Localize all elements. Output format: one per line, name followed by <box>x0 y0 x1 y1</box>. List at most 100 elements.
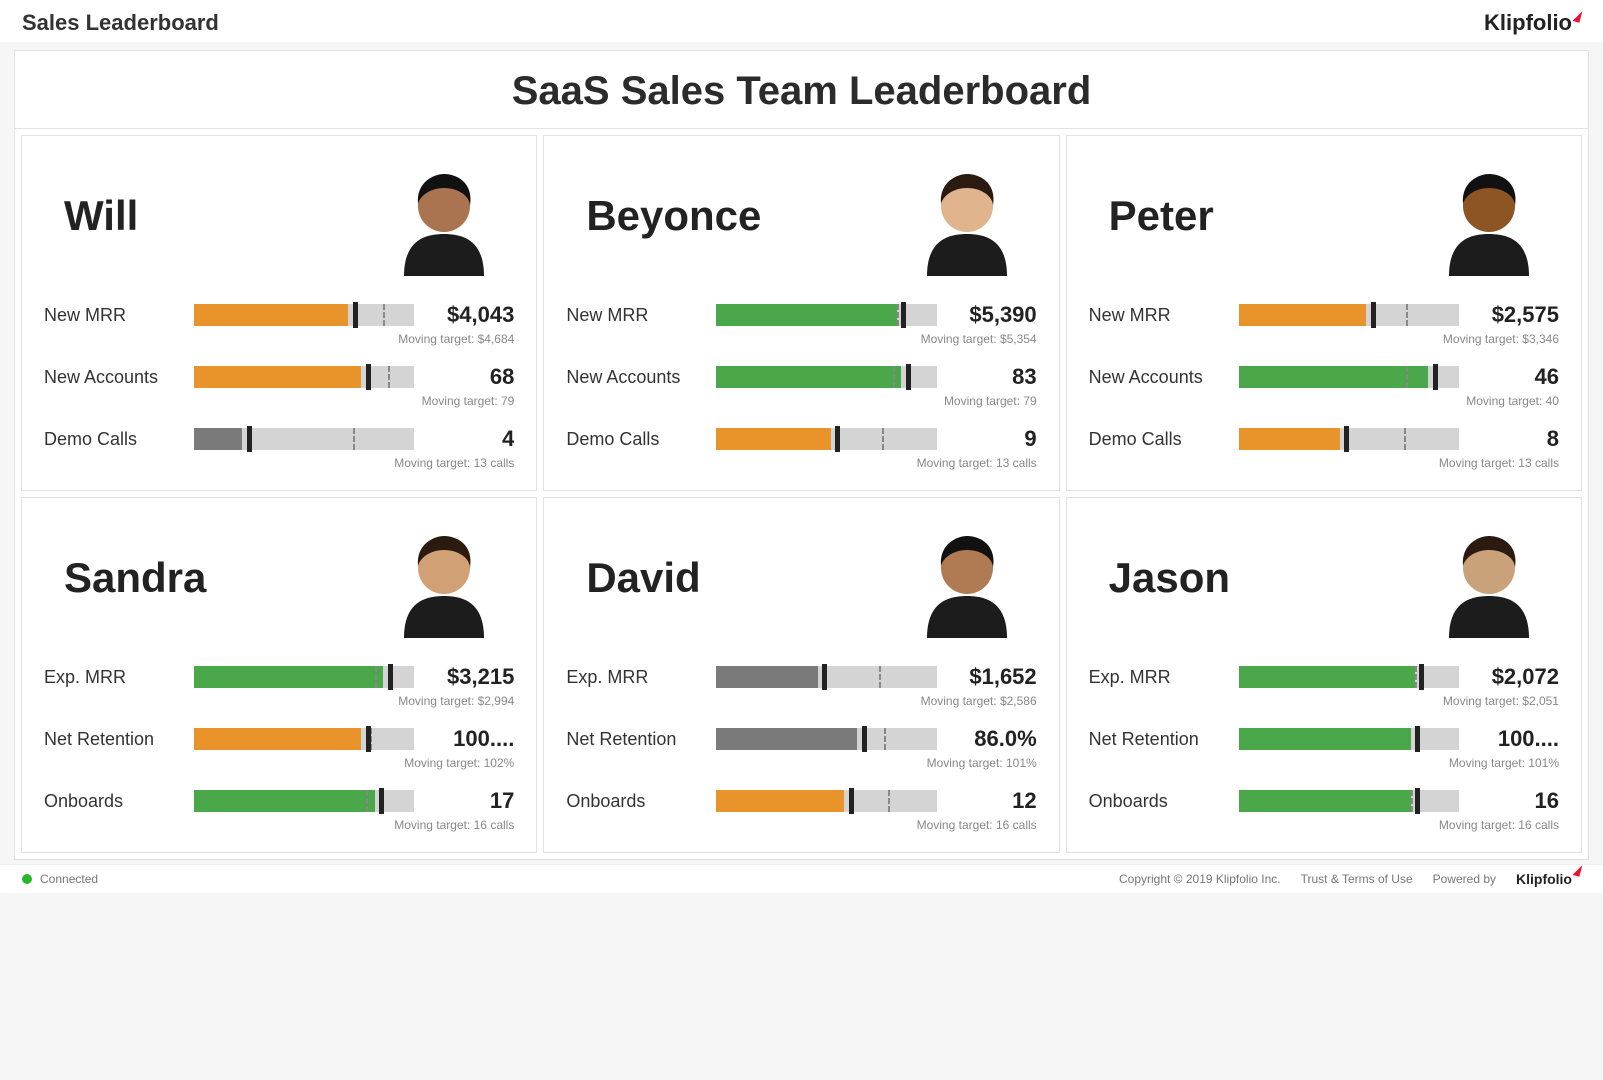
bullet-bar <box>1239 666 1459 688</box>
metric-target-caption: Moving target: $5,354 <box>716 330 1036 356</box>
footer-terms-link[interactable]: Trust & Terms of Use <box>1301 872 1413 886</box>
metric-row: New MRR$2,575 <box>1089 294 1559 330</box>
card-header: Jason <box>1089 512 1559 656</box>
avatar <box>907 518 1027 638</box>
bar-marker <box>353 302 358 328</box>
bar-fill <box>716 666 817 688</box>
bar-fill <box>194 728 361 750</box>
metric-target-caption: Moving target: 13 calls <box>194 454 514 480</box>
bar-fill <box>716 728 857 750</box>
metric-target-caption: Moving target: 16 calls <box>716 816 1036 842</box>
leaderboard-card[interactable]: Will New MRR$4,043Moving target: $4,684N… <box>21 135 537 491</box>
bar-fill <box>194 428 242 450</box>
metric-value: 17 <box>424 788 514 814</box>
bar-marker <box>849 788 854 814</box>
metric-row: Onboards 17 <box>44 780 514 816</box>
bar-target-line <box>1411 790 1413 812</box>
metric-label: New MRR <box>1089 305 1229 326</box>
leaderboard-card[interactable]: Jason Exp. MRR$2,072Moving target: $2,05… <box>1066 497 1582 853</box>
metric-target-caption: Moving target: 13 calls <box>716 454 1036 480</box>
metric-target-caption: Moving target: 101% <box>1239 754 1559 780</box>
bar-fill <box>1239 728 1411 750</box>
metric-target-caption: Moving target: 13 calls <box>1239 454 1559 480</box>
bullet-bar <box>194 666 414 688</box>
metric-target-caption: Moving target: 16 calls <box>1239 816 1559 842</box>
leaderboard-card[interactable]: Sandra Exp. MRR$3,215Moving target: $2,9… <box>21 497 537 853</box>
leaderboard-card[interactable]: Peter New MRR$2,575Moving target: $3,346… <box>1066 135 1582 491</box>
card-header: Sandra <box>44 512 514 656</box>
metric-label: Onboards <box>1089 791 1229 812</box>
bar-fill <box>1239 366 1428 388</box>
top-bar: Sales Leaderboard Klipfolio <box>0 0 1603 42</box>
bar-fill <box>716 366 901 388</box>
metric-value: $3,215 <box>424 664 514 690</box>
metric-label: Demo Calls <box>566 429 706 450</box>
metric-label: Demo Calls <box>44 429 184 450</box>
status-text: Connected <box>40 872 98 886</box>
leaderboard-panel: SaaS Sales Team Leaderboard Will New MRR… <box>14 50 1589 860</box>
metric-label: New Accounts <box>44 367 184 388</box>
metric-value: 9 <box>947 426 1037 452</box>
leaderboard-card[interactable]: David Exp. MRR$1,652Moving target: $2,58… <box>543 497 1059 853</box>
bar-marker <box>1415 726 1420 752</box>
metric-row: Net Retention 100.... <box>44 718 514 754</box>
metric-label: Net Retention <box>566 729 706 750</box>
avatar <box>1429 518 1549 638</box>
footer-bar: Connected Copyright © 2019 Klipfolio Inc… <box>0 864 1603 893</box>
metric-row: New Accounts 68 <box>44 356 514 392</box>
bar-target-line <box>1415 666 1417 688</box>
metric-target-caption: Moving target: 101% <box>716 754 1036 780</box>
brand-logo[interactable]: Klipfolio <box>1484 10 1581 36</box>
card-name: Peter <box>1109 192 1214 240</box>
status-dot-icon <box>22 874 32 884</box>
metric-target-caption: Moving target: $2,586 <box>716 692 1036 718</box>
metric-value: 68 <box>424 364 514 390</box>
bar-marker <box>1371 302 1376 328</box>
metric-label: Exp. MRR <box>1089 667 1229 688</box>
footer-brand-logo[interactable]: Klipfolio <box>1516 871 1581 887</box>
metric-label: Onboards <box>44 791 184 812</box>
avatar <box>907 156 1027 276</box>
metric-value: $5,390 <box>947 302 1037 328</box>
bar-marker <box>366 726 371 752</box>
metric-row: Exp. MRR$3,215 <box>44 656 514 692</box>
bar-target-line <box>353 428 355 450</box>
metric-target-caption: Moving target: 79 <box>194 392 514 418</box>
bar-fill <box>716 304 897 326</box>
metric-target-caption: Moving target: $4,684 <box>194 330 514 356</box>
bullet-bar <box>194 428 414 450</box>
avatar <box>1429 156 1549 276</box>
leaderboard-card[interactable]: Beyonce New MRR$5,390Moving target: $5,3… <box>543 135 1059 491</box>
card-name: Sandra <box>64 554 206 602</box>
metric-value: 8 <box>1469 426 1559 452</box>
metric-row: Net Retention86.0% <box>566 718 1036 754</box>
bar-marker <box>1433 364 1438 390</box>
bar-marker <box>379 788 384 814</box>
bar-fill <box>194 666 383 688</box>
bullet-bar <box>716 366 936 388</box>
bar-fill <box>194 366 361 388</box>
metric-label: Net Retention <box>44 729 184 750</box>
metric-label: New Accounts <box>566 367 706 388</box>
metric-value: 83 <box>947 364 1037 390</box>
metric-target-caption: Moving target: 16 calls <box>194 816 514 842</box>
bar-marker <box>901 302 906 328</box>
bar-target-line <box>882 428 884 450</box>
bar-target-line <box>388 366 390 388</box>
metric-label: Exp. MRR <box>566 667 706 688</box>
metric-value: 100.... <box>424 726 514 752</box>
metric-label: Net Retention <box>1089 729 1229 750</box>
bullet-bar <box>194 366 414 388</box>
bar-fill <box>716 428 831 450</box>
card-header: Will <box>44 150 514 294</box>
page-title: Sales Leaderboard <box>22 10 219 36</box>
metric-target-caption: Moving target: 79 <box>716 392 1036 418</box>
bar-target-line <box>383 304 385 326</box>
bar-marker <box>862 726 867 752</box>
metric-target-caption: Moving target: 40 <box>1239 392 1559 418</box>
bar-marker <box>1344 426 1349 452</box>
metric-row: Net Retention100.... <box>1089 718 1559 754</box>
card-name: Will <box>64 192 138 240</box>
metric-row: Demo Calls4 <box>44 418 514 454</box>
bullet-bar <box>716 728 936 750</box>
